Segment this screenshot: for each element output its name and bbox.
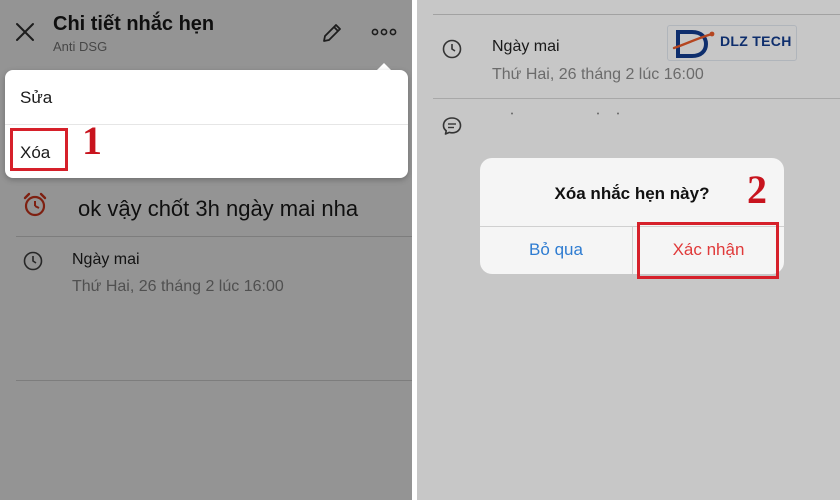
- right-screen: Ngày mai Thứ Hai, 26 tháng 2 lúc 16:00 D…: [417, 0, 840, 500]
- step-number-2: 2: [747, 167, 767, 212]
- menu-item-label: Sửa: [20, 88, 53, 107]
- dialog-title: Xóa nhắc hẹn này?: [554, 184, 710, 203]
- menu-item-edit[interactable]: Sửa: [5, 70, 408, 124]
- highlight-box-delete: [10, 128, 68, 171]
- cancel-button[interactable]: Bỏ qua: [480, 226, 632, 274]
- left-screen: Chi tiết nhắc hẹn Anti DSG ok vậy chốt 3…: [0, 0, 412, 500]
- step-number-1: 1: [82, 118, 102, 163]
- highlight-box-confirm: [637, 222, 779, 279]
